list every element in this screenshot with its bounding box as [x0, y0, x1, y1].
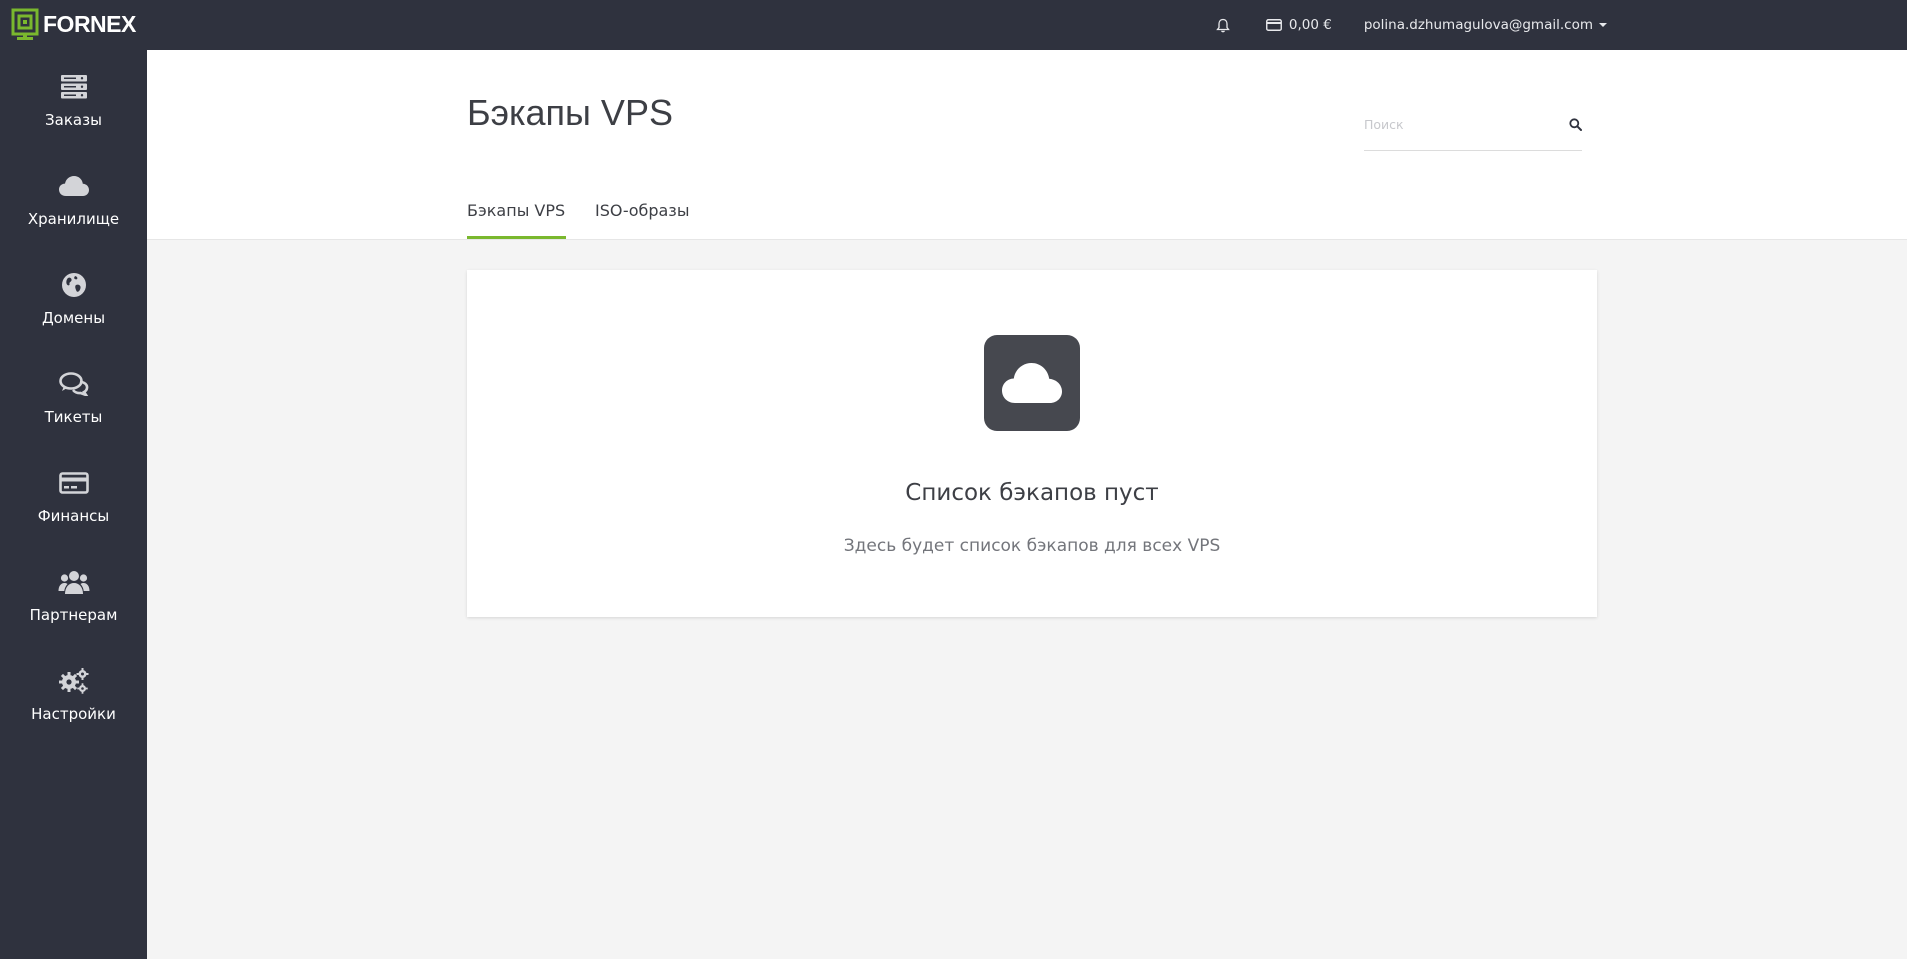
sidebar-item-orders[interactable]: Заказы	[0, 50, 147, 149]
empty-state-subtitle: Здесь будет список бэкапов для всех VPS	[843, 536, 1221, 556]
empty-state-card: Список бэкапов пуст Здесь будет список б…	[467, 270, 1597, 617]
credit-card-icon	[1265, 19, 1282, 31]
sidebar-item-settings[interactable]: Настройки	[0, 644, 147, 743]
gears-icon	[58, 665, 90, 697]
logo[interactable]: FORNEX	[11, 8, 136, 40]
balance-amount: 0,00 €	[1288, 17, 1332, 33]
users-icon	[58, 566, 90, 598]
sidebar-item-label: Финансы	[37, 506, 110, 525]
sidebar-item-tickets[interactable]: Тикеты	[0, 347, 147, 446]
sidebar-item-label: Домены	[41, 308, 106, 327]
page-title: Бэкапы VPS	[467, 92, 673, 133]
sidebar-item-partners[interactable]: Партнерам	[0, 545, 147, 644]
top-bar: FORNEX 0,00 € polina.dzhumagulova@gmail.…	[0, 0, 1907, 50]
tab-vps-backups[interactable]: Бэкапы VPS	[467, 201, 566, 239]
globe-icon	[61, 269, 87, 301]
search-box	[1364, 104, 1582, 151]
top-actions: 0,00 € polina.dzhumagulova@gmail.com	[1216, 0, 1607, 50]
server-stack-icon	[60, 71, 88, 103]
sidebar-item-finance[interactable]: Финансы	[0, 446, 147, 545]
empty-state-title: Список бэкапов пуст	[905, 480, 1159, 506]
tab-label: Бэкапы VPS	[467, 201, 566, 220]
sidebar: Заказы Хранилище Домены Тикеты Финансы П…	[0, 50, 147, 959]
credit-card-icon	[58, 467, 89, 499]
tab-iso-images[interactable]: ISO-образы	[595, 201, 695, 239]
tab-label: ISO-образы	[595, 201, 690, 220]
sidebar-item-label: Тикеты	[44, 407, 103, 426]
sidebar-item-storage[interactable]: Хранилище	[0, 149, 147, 248]
fornex-logo-icon	[11, 8, 39, 40]
sidebar-item-label: Заказы	[45, 110, 102, 129]
search-icon[interactable]	[1569, 116, 1582, 135]
page-header: Бэкапы VPS	[147, 50, 1907, 240]
balance-button[interactable]: 0,00 €	[1265, 17, 1332, 33]
sidebar-item-domains[interactable]: Домены	[0, 248, 147, 347]
brand-name: FORNEX	[43, 10, 136, 37]
chat-bubbles-icon	[58, 368, 89, 400]
user-email: polina.dzhumagulova@gmail.com	[1363, 17, 1593, 33]
sidebar-item-label: Настройки	[31, 704, 116, 723]
sidebar-item-label: Хранилище	[27, 209, 120, 228]
sidebar-item-label: Партнерам	[29, 605, 118, 624]
cloud-icon	[984, 335, 1080, 431]
chevron-down-icon	[1599, 23, 1607, 27]
cloud-icon	[58, 170, 90, 202]
bell-icon[interactable]	[1216, 18, 1230, 33]
search-input[interactable]	[1364, 104, 1554, 144]
user-menu[interactable]: polina.dzhumagulova@gmail.com	[1364, 17, 1607, 33]
